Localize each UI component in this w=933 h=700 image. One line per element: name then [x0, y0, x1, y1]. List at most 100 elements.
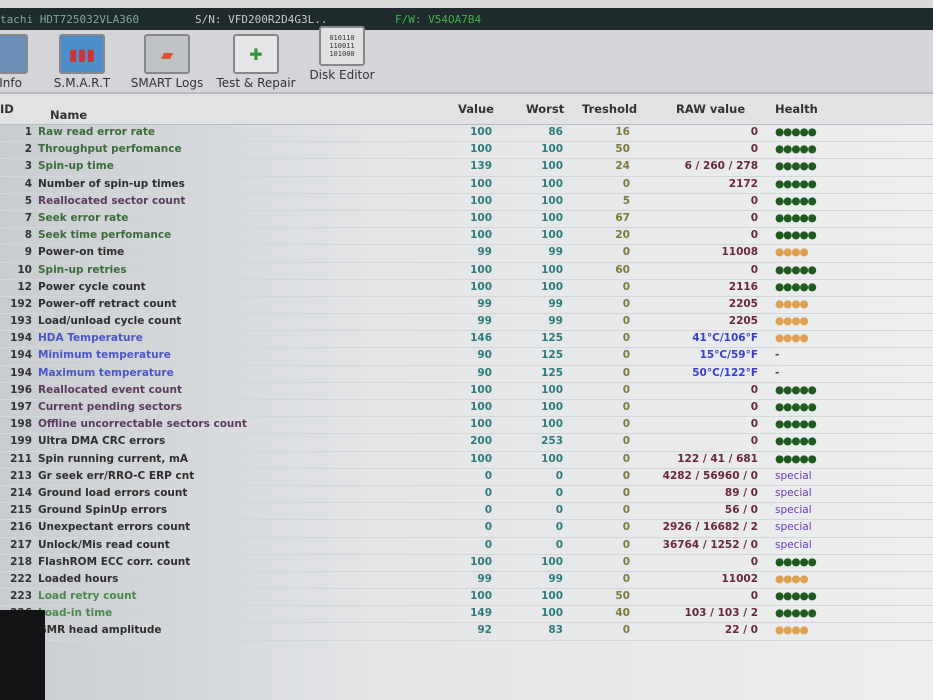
attr-id: 211	[10, 452, 32, 465]
table-row[interactable]: 199 Ultra DMA CRC errors 200 253 0 0 ●●●●●	[0, 434, 933, 452]
attr-worst: 99	[548, 246, 563, 259]
table-row[interactable]: 192 Power-off retract count 99 99 0 2205 ●●●●	[0, 297, 933, 315]
tab-drive-info[interactable]: e Info	[0, 30, 35, 90]
attr-health: special	[775, 486, 812, 499]
tab-label: SMART Logs	[130, 76, 204, 90]
table-row[interactable]: 12 Power cycle count 100 100 0 2116 ●●●●●	[0, 280, 933, 297]
table-row[interactable]: 196 Reallocated event count 100 100 0 0 ●●●●●	[0, 383, 933, 400]
col-raw[interactable]: RAW value	[676, 102, 745, 116]
attr-value: 100	[470, 263, 492, 276]
attr-raw-value: 89 / 0	[724, 486, 758, 499]
attr-worst: 99	[548, 572, 563, 585]
attr-name: Ground SpinUp errors	[38, 504, 168, 517]
attr-worst: 99	[548, 315, 563, 328]
attr-name: Reallocated event count	[38, 383, 182, 396]
table-row[interactable]: 211 Spin running current, mA 100 100 0 122 / …	[0, 452, 933, 469]
attr-threshold: 0	[622, 383, 630, 396]
attr-health: special	[775, 504, 812, 517]
attr-value: 100	[470, 418, 492, 431]
drive-info-bar: tachi HDT725032VLA360 S/N: VFD200R2D4G3L…	[0, 8, 933, 30]
attr-id: 193	[10, 315, 32, 328]
table-row[interactable]: 5 Reallocated sector count 100 100 5 0 ●●●●●	[0, 194, 933, 211]
table-row[interactable]: 222 Loaded hours 99 99 0 11002 ●●●●	[0, 572, 933, 590]
attr-threshold: 0	[622, 177, 630, 190]
attr-raw-value: 2116	[728, 280, 758, 293]
attr-raw-value: 0	[750, 418, 758, 431]
attr-threshold: 0	[622, 280, 630, 293]
attr-threshold: 0	[622, 435, 630, 448]
attr-threshold: 0	[622, 504, 630, 517]
col-value[interactable]: Value	[458, 102, 494, 116]
table-row[interactable]: 194 Minimum temperature 90 125 0 15°C/59°F -	[0, 348, 933, 366]
attr-name: Power cycle count	[38, 280, 146, 293]
table-row[interactable]: 1 Raw read error rate 100 86 16 0 ●●●●●	[0, 125, 933, 143]
table-row[interactable]: 214 Ground load errors count 0 0 0 89 / 0 spec…	[0, 486, 933, 504]
attr-name: Maximum temperature	[38, 366, 174, 379]
attr-health: ●●●●●	[775, 435, 817, 448]
attr-name: Ultra DMA CRC errors	[38, 435, 166, 448]
tab-test-repair[interactable]: ✚ Test & Repair	[215, 30, 297, 90]
attr-name: Ground load errors count	[38, 486, 188, 499]
table-row[interactable]: 7 Seek error rate 100 100 67 0 ●●●●●	[0, 211, 933, 229]
attr-worst: 100	[541, 590, 563, 603]
table-row[interactable]: 218 FlashROM ECC corr. count 100 100 0 0 ●●●●●	[0, 555, 933, 572]
table-row[interactable]: 215 Ground SpinUp errors 0 0 0 56 / 0 special	[0, 503, 933, 521]
attr-id: 198	[10, 418, 32, 431]
col-id[interactable]: ID	[0, 102, 14, 116]
attr-id: 10	[17, 263, 32, 276]
tab-smart[interactable]: ▮▮▮ S.M.A.R.T	[50, 30, 114, 90]
attr-worst: 0	[555, 538, 563, 551]
attr-name: Seek error rate	[38, 211, 129, 224]
attr-name: Throughput perfomance	[38, 143, 182, 156]
table-row[interactable]: 230GMR head amplitude9283022 / 0●●●●	[0, 623, 933, 641]
attr-threshold: 0	[622, 401, 630, 413]
attr-value: 200	[470, 435, 492, 448]
attr-threshold: 16	[615, 126, 630, 138]
table-row[interactable]: 194 Maximum temperature 90 125 0 50°C/122°F -	[0, 366, 933, 383]
attr-worst: 100	[541, 383, 563, 396]
table-row[interactable]: 197 Current pending sectors 100 100 0 0 ●●●●●	[0, 400, 933, 418]
attr-id: 222	[10, 572, 32, 585]
attr-health: special	[775, 538, 812, 551]
col-worst[interactable]: Worst	[526, 102, 564, 116]
attr-health: ●●●●	[775, 297, 809, 310]
table-row[interactable]: 3 Spin-up time 139 100 24 6 / 260 / 278 ●●●●●	[0, 159, 933, 177]
attr-threshold: 0	[622, 469, 630, 482]
table-row[interactable]: 213 Gr seek err/RRO-C ERP cnt 0 0 0 4282 / 56…	[0, 469, 933, 486]
col-threshold[interactable]: Treshold	[582, 102, 637, 116]
attr-threshold: 40	[615, 607, 630, 620]
attr-value: 100	[470, 452, 492, 465]
table-row[interactable]: 9 Power-on time 99 99 0 11008 ●●●●	[0, 245, 933, 263]
attr-threshold: 20	[615, 229, 630, 242]
table-row[interactable]: 226Load-in time14910040103 / 103 / 2●●●●…	[0, 606, 933, 624]
table-row[interactable]: 217 Unlock/Mis read count 0 0 0 36764 / 1252 …	[0, 538, 933, 555]
attr-health: -	[775, 349, 780, 362]
table-row[interactable]: 198 Offline uncorrectable sectors count 10…	[0, 417, 933, 435]
attr-health: ●●●●	[775, 315, 809, 328]
tab-smart-logs[interactable]: ▰ SMART Logs	[130, 30, 204, 90]
table-row[interactable]: 8 Seek time perfomance 100 100 20 0 ●●●●●	[0, 228, 933, 246]
table-row[interactable]: 4 Number of spin-up times 100 100 0 2172 ●●●●●	[0, 177, 933, 194]
attr-health: ●●●●●	[775, 211, 817, 224]
attr-worst: 100	[541, 418, 563, 431]
attr-id: 213	[10, 469, 32, 482]
attr-value: 99	[477, 297, 492, 310]
table-row[interactable]: 194 HDA Temperature 146 125 0 41°C/106°F ●●●●	[0, 331, 933, 349]
attr-threshold: 50	[615, 143, 630, 156]
table-row[interactable]: 223 Load retry count 100 100 50 0 ●●●●●	[0, 589, 933, 607]
attr-health: ●●●●	[775, 332, 809, 345]
attr-raw-value: 2926 / 16682 / 2	[662, 521, 758, 534]
attr-threshold: 67	[615, 211, 630, 224]
table-row[interactable]: 216 Unexpectant errors count 0 0 0 2926 / 166…	[0, 520, 933, 538]
col-name[interactable]: Name	[50, 108, 87, 122]
table-row[interactable]: 10 Spin-up retries 100 100 60 0 ●●●●●	[0, 263, 933, 280]
attr-value: 99	[477, 572, 492, 585]
col-health[interactable]: Health	[775, 102, 818, 116]
attr-worst: 100	[541, 607, 563, 620]
attr-threshold: 0	[622, 246, 630, 259]
tab-disk-editor[interactable]: 010110 110011 101000 Disk Editor	[308, 22, 376, 82]
table-row[interactable]: 193 Load/unload cycle count 99 99 0 2205 ●●●●	[0, 314, 933, 332]
table-row[interactable]: 2 Throughput perfomance 100 100 50 0 ●●●●●	[0, 142, 933, 160]
table-header: ID Name Value Worst Treshold RAW value H…	[0, 94, 933, 125]
attr-name: Reallocated sector count	[38, 194, 186, 207]
